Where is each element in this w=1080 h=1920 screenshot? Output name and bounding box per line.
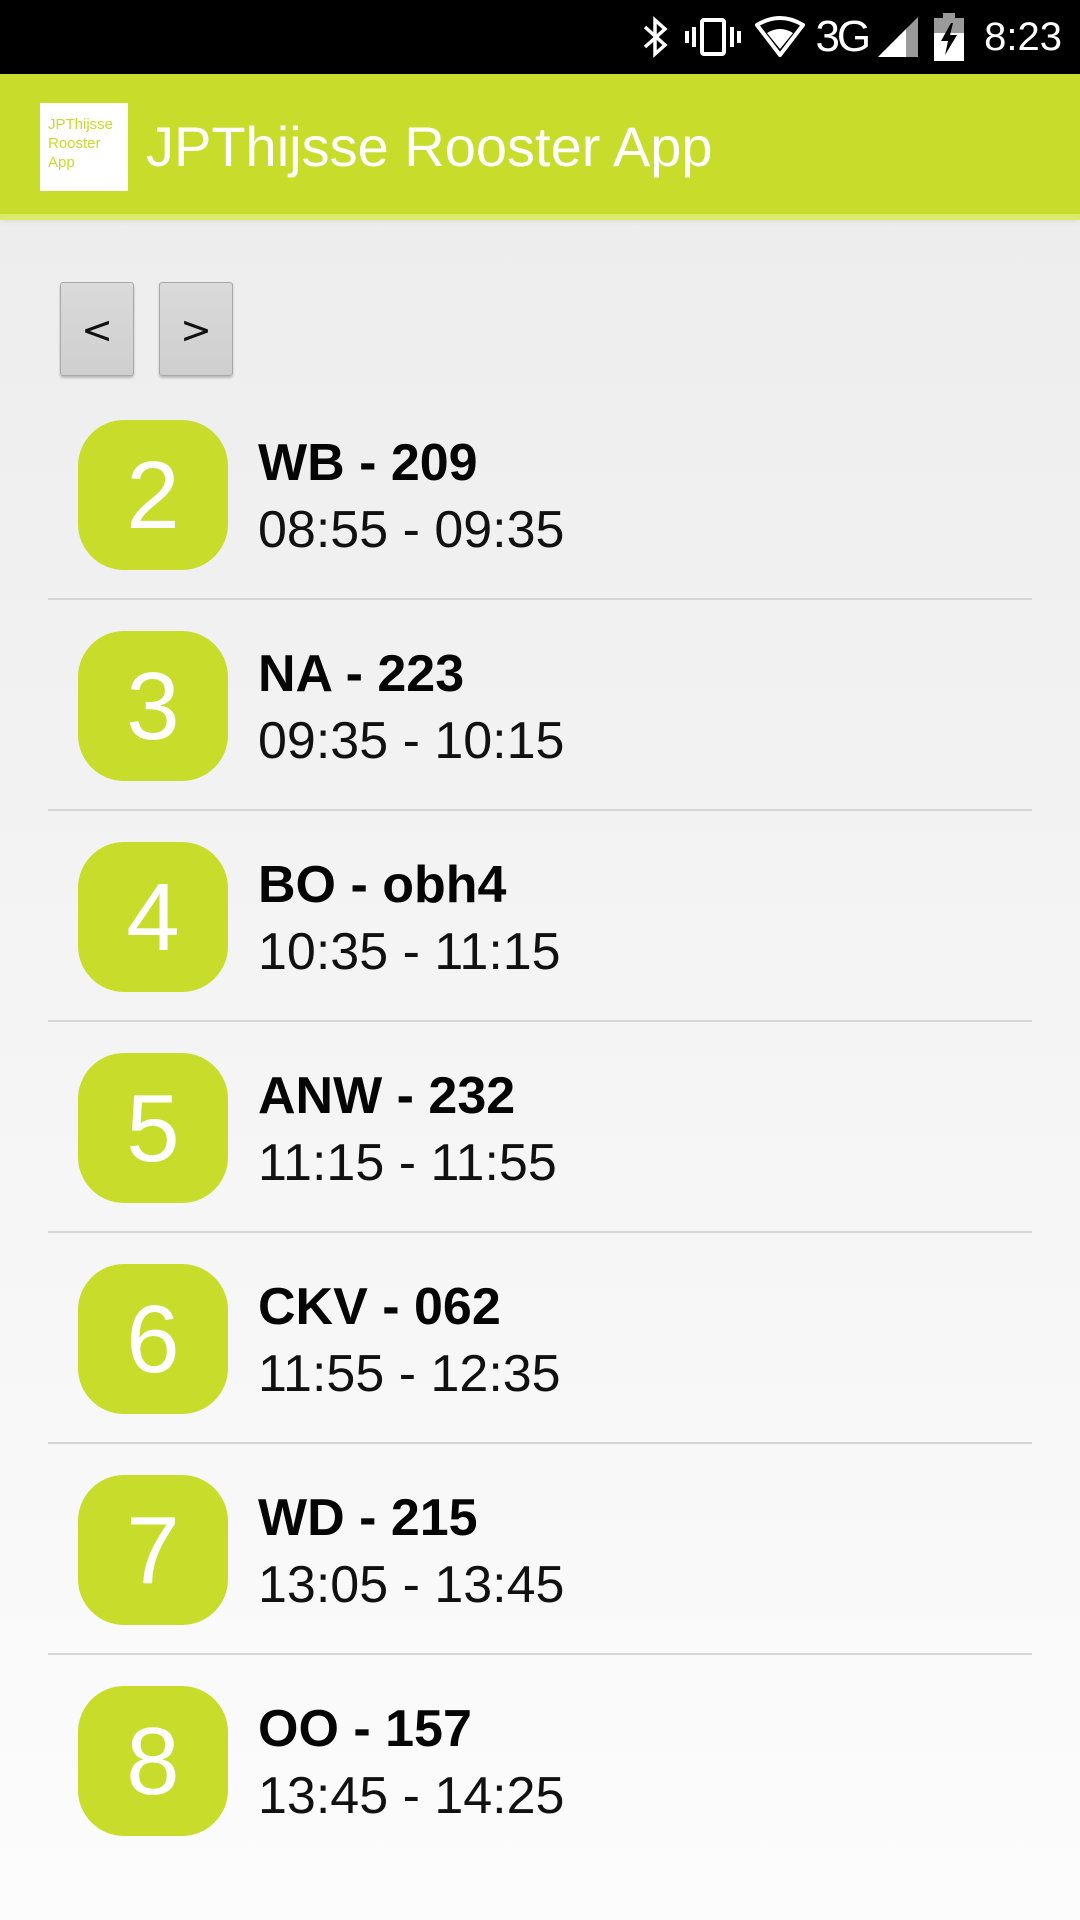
app-bar-divider <box>0 214 1080 220</box>
schedule-list: 2 WB - 209 08:55 - 09:35 3 NA - 223 09:3… <box>48 389 1032 1866</box>
lesson-time: 13:45 - 14:25 <box>258 1767 565 1825</box>
lesson-time: 10:35 - 11:15 <box>258 923 561 981</box>
lesson-subject: NA - 223 <box>258 645 465 703</box>
previous-day-button[interactable]: < <box>60 282 134 376</box>
app-logo-line: Rooster <box>48 135 101 152</box>
lesson-time: 11:55 - 12:35 <box>258 1345 561 1403</box>
app-logo-line: JPThijsse <box>48 116 114 133</box>
app-logo: JPThijsse Rooster App <box>40 103 128 191</box>
app-title: JPThijsse Rooster App <box>146 115 713 178</box>
vibrate-icon <box>685 15 742 59</box>
period-badge: 7 <box>78 1475 228 1625</box>
lesson-row[interactable]: 2 WB - 209 08:55 - 09:35 <box>48 389 1032 600</box>
app-bar: JPThijsse Rooster App JPThijsse Rooster … <box>0 74 1080 214</box>
lesson-row[interactable]: 8 OO - 157 13:45 - 14:25 <box>48 1655 1032 1866</box>
lesson-time: 09:35 - 10:15 <box>258 712 565 770</box>
lesson-time: 13:05 - 13:45 <box>258 1556 565 1614</box>
period-badge: 3 <box>78 631 228 781</box>
period-badge: 2 <box>78 420 228 570</box>
lesson-subject: OO - 157 <box>258 1700 472 1758</box>
lesson-subject: WD - 215 <box>258 1489 478 1547</box>
lesson-time: 08:55 - 09:35 <box>258 501 565 559</box>
lesson-row[interactable]: 4 BO - obh4 10:35 - 11:15 <box>48 811 1032 1022</box>
lesson-subject: BO - obh4 <box>258 856 507 914</box>
next-day-button[interactable]: > <box>159 282 233 376</box>
status-bar: 3G 8:23 <box>0 0 1080 74</box>
period-badge: 6 <box>78 1264 228 1414</box>
lesson-row[interactable]: 7 WD - 215 13:05 - 13:45 <box>48 1444 1032 1655</box>
status-clock: 8:23 <box>984 15 1062 59</box>
lesson-row[interactable]: 3 NA - 223 09:35 - 10:15 <box>48 600 1032 811</box>
network-type-label: 3G <box>815 12 871 61</box>
period-badge: 5 <box>78 1053 228 1203</box>
period-badge: 4 <box>78 842 228 992</box>
bluetooth-icon <box>641 15 671 59</box>
app-logo-line: App <box>48 154 75 171</box>
lesson-subject: CKV - 062 <box>258 1278 501 1336</box>
battery-charging-icon <box>934 13 965 61</box>
lesson-row[interactable]: 5 ANW - 232 11:15 - 11:55 <box>48 1022 1032 1233</box>
status-icons: 3G 8:23 <box>641 0 1062 74</box>
period-badge: 8 <box>78 1686 228 1836</box>
lesson-subject: ANW - 232 <box>258 1067 516 1125</box>
wifi-icon <box>755 15 806 59</box>
lesson-subject: WB - 209 <box>258 434 478 492</box>
lesson-row[interactable]: 6 CKV - 062 11:55 - 12:35 <box>48 1233 1032 1444</box>
signal-icon <box>876 15 920 59</box>
lesson-time: 11:15 - 11:55 <box>258 1134 557 1192</box>
